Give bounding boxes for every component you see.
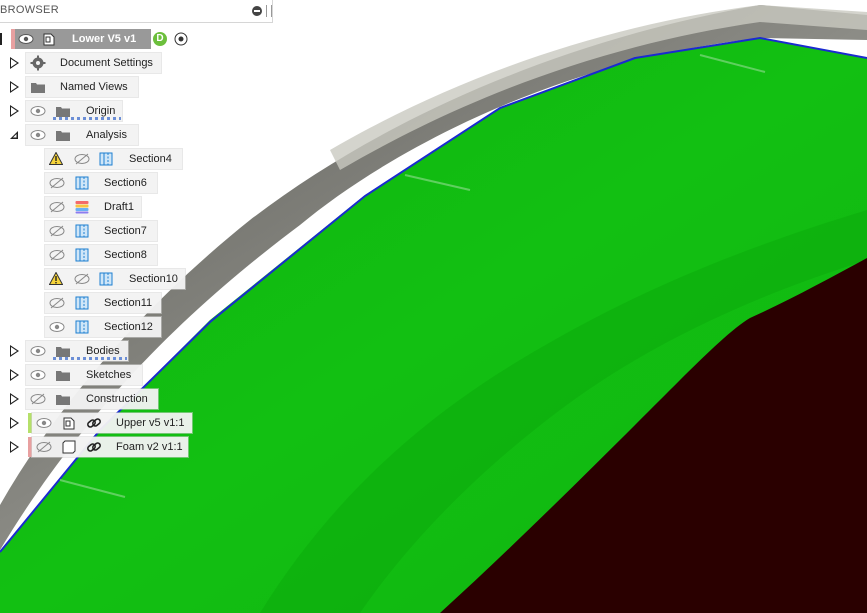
tree-item-origin[interactable]: Origin <box>0 101 170 121</box>
eye-hidden-icon[interactable] <box>36 441 52 453</box>
expand-arrow-icon[interactable] <box>10 369 19 381</box>
browser-panel: BROWSER Lower V5 v1 D Document Settings … <box>0 0 290 470</box>
browser-title: BROWSER <box>0 4 59 16</box>
expand-arrow-icon[interactable] <box>10 441 19 453</box>
tree-item-label: Section7 <box>104 225 147 237</box>
eye-icon[interactable] <box>30 129 46 141</box>
warning-icon <box>49 152 63 165</box>
eye-hidden-icon[interactable] <box>49 249 65 261</box>
section-analysis-icon <box>99 152 113 166</box>
expand-arrow-icon[interactable] <box>10 57 19 69</box>
analysis-item-section8[interactable]: Section8 <box>0 245 190 265</box>
tree-item-label: Draft1 <box>104 201 134 213</box>
section-analysis-icon <box>75 296 89 310</box>
eye-icon[interactable] <box>30 105 46 117</box>
expand-arrow-icon[interactable] <box>10 81 19 93</box>
tree-item-label: Section11 <box>104 297 153 309</box>
hidden-hatch <box>53 117 121 120</box>
tree-item-construction[interactable]: Construction <box>0 389 170 409</box>
eye-icon[interactable] <box>36 417 52 429</box>
eye-hidden-icon[interactable] <box>49 201 65 213</box>
folder-icon <box>31 83 45 93</box>
root-expander[interactable] <box>0 33 2 45</box>
panel-grip-icon[interactable] <box>266 5 272 17</box>
eye-icon[interactable] <box>30 369 46 381</box>
link-icon <box>87 418 101 428</box>
eye-hidden-icon[interactable] <box>49 177 65 189</box>
collapse-arrow-icon[interactable] <box>9 130 19 140</box>
eye-icon[interactable] <box>49 321 65 333</box>
tree-item-label: Document Settings <box>60 57 153 69</box>
tree-item-bodies[interactable]: Bodies <box>0 341 170 361</box>
section-analysis-icon <box>75 320 89 334</box>
tree-item-label: Named Views <box>60 81 128 93</box>
analysis-item-section6[interactable]: Section6 <box>0 173 190 193</box>
section-analysis-icon <box>75 224 89 238</box>
warning-icon <box>49 272 63 285</box>
tree-item-label: Section12 <box>104 321 153 333</box>
tree-item-label: Section10 <box>129 273 178 285</box>
expand-arrow-icon[interactable] <box>10 105 19 117</box>
tree-item-label: Section8 <box>104 249 147 261</box>
analysis-item-section7[interactable]: Section7 <box>0 221 190 241</box>
analysis-item-section4[interactable]: Section4 <box>0 149 190 169</box>
tree-item-label: Origin <box>86 105 116 117</box>
folder-icon <box>56 371 70 381</box>
eye-hidden-icon[interactable] <box>30 393 46 405</box>
tree-item-label: Section4 <box>129 153 172 165</box>
analysis-item-draft1[interactable]: Draft1 <box>0 197 190 217</box>
version-badge: D <box>153 32 167 46</box>
section-analysis-icon <box>75 176 89 190</box>
tree-item-label: Section6 <box>104 177 147 189</box>
tree-item-label: Analysis <box>86 129 127 141</box>
tree-item-foam-component[interactable]: Foam v2 v1:1 <box>0 437 200 457</box>
tree-item-label: Upper v5 v1:1 <box>116 417 185 429</box>
eye-icon[interactable] <box>30 345 46 357</box>
tree-item-document-settings[interactable]: Document Settings <box>0 53 170 73</box>
eye-hidden-icon[interactable] <box>74 273 90 285</box>
tree-item-label: Bodies <box>86 345 120 357</box>
eye-hidden-icon[interactable] <box>49 297 65 309</box>
tree-item-named-views[interactable]: Named Views <box>0 77 170 97</box>
section-analysis-icon <box>75 248 89 262</box>
tree-item-analysis[interactable]: Analysis <box>0 125 170 145</box>
eye-icon[interactable] <box>18 33 34 45</box>
tree-item-upper-component[interactable]: Upper v5 v1:1 <box>0 413 200 433</box>
browser-header: BROWSER <box>0 0 273 23</box>
eye-hidden-icon[interactable] <box>49 225 65 237</box>
section-analysis-icon <box>99 272 113 286</box>
activate-radio-icon[interactable] <box>174 32 188 46</box>
expand-arrow-icon[interactable] <box>10 417 19 429</box>
analysis-item-section10[interactable]: Section10 <box>0 269 190 289</box>
folder-icon <box>56 131 70 141</box>
expand-arrow-icon[interactable] <box>10 345 19 357</box>
analysis-item-section12[interactable]: Section12 <box>0 317 190 337</box>
analysis-item-section11[interactable]: Section11 <box>0 293 190 313</box>
component-icon <box>43 33 55 46</box>
body-icon <box>62 440 76 454</box>
tree-item-label: Foam v2 v1:1 <box>116 441 183 453</box>
root-label[interactable]: Lower V5 v1 <box>72 33 136 45</box>
gear-icon <box>30 55 46 71</box>
tree-item-sketches[interactable]: Sketches <box>0 365 170 385</box>
eye-hidden-icon[interactable] <box>74 153 90 165</box>
link-icon <box>87 442 101 452</box>
collapse-icon[interactable] <box>252 6 262 16</box>
tree-item-label: Construction <box>86 393 148 405</box>
folder-icon <box>56 395 70 405</box>
expand-arrow-icon[interactable] <box>10 393 19 405</box>
component-icon <box>63 417 75 430</box>
tree-item-label: Sketches <box>86 369 132 381</box>
hidden-hatch <box>53 357 127 360</box>
root-component-row[interactable]: Lower V5 v1 D <box>0 29 200 49</box>
draft-analysis-icon <box>75 201 89 214</box>
